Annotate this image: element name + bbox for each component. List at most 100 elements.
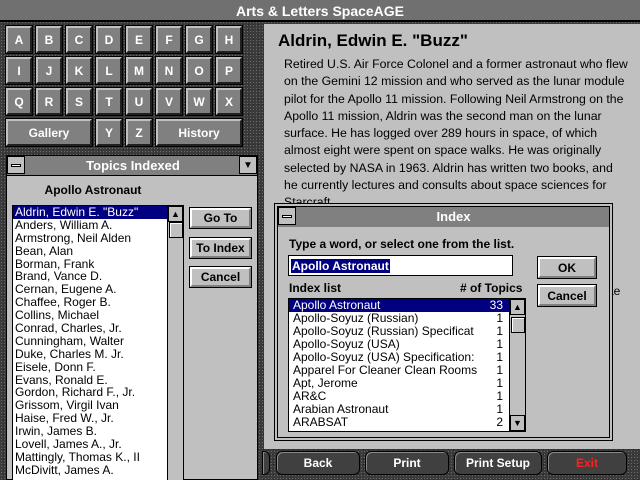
index-item-count: 1 [496,351,503,364]
letter-button-s[interactable]: S [66,88,92,115]
topic-list-item[interactable]: Haise, Fred W., Jr. [13,412,167,425]
index-item-count: 1 [496,403,503,416]
topic-list-item[interactable]: Eisele, Donn F. [13,361,167,374]
index-list[interactable]: Apollo Astronaut 33 Apollo-Soyuz (Russian)… [288,298,526,432]
topic-list-item[interactable]: Chaffee, Roger B. [13,296,167,309]
letter-button-d[interactable]: D [96,26,122,53]
scroll-thumb[interactable] [169,222,183,238]
topic-list-item[interactable]: Cunningham, Walter [13,335,167,348]
index-item-name: Apparel For Cleaner Clean Rooms [293,364,478,377]
topics-category-label: Apollo Astronaut [44,183,142,197]
dropdown-arrow-icon[interactable]: ▼ [239,156,257,174]
topics-list[interactable]: Aldrin, Edwin E. "Buzz" Anders, William A… [12,205,184,480]
letter-button-i[interactable]: I [6,57,32,84]
index-list-item[interactable]: AR&C 1 [289,390,509,403]
index-list-item[interactable]: Apollo Astronaut 33 [289,299,509,312]
letter-button-c[interactable]: C [66,26,92,53]
topic-list-item[interactable]: Duke, Charles M. Jr. [13,348,167,361]
index-scroll-thumb[interactable] [511,317,525,333]
history-button[interactable]: History [156,119,242,146]
index-item-name: Apollo-Soyuz (Russian) Specificat [293,325,474,338]
scroll-up-icon[interactable]: ▲ [168,206,183,222]
letter-button-j[interactable]: J [36,57,62,84]
topics-scrollbar[interactable]: ▲ [167,206,183,480]
topic-list-item[interactable]: Armstrong, Neil Alden [13,232,167,245]
system-menu-icon [11,164,21,167]
index-scroll-down-icon[interactable]: ▼ [510,415,525,431]
letter-button-x[interactable]: X [216,88,242,115]
index-list-item[interactable]: Apt, Jerome 1 [289,377,509,390]
index-list-item[interactable]: Apollo-Soyuz (Russian) 1 [289,312,509,325]
exit-button[interactable]: Exit [547,451,627,475]
topic-list-item[interactable]: Evans, Ronald E. [13,374,167,387]
letter-button-v[interactable]: V [156,88,182,115]
topic-list-item[interactable]: Aldrin, Edwin E. "Buzz" [13,206,167,219]
topic-list-item[interactable]: Anders, William A. [13,219,167,232]
topics-cancel-button[interactable]: Cancel [190,267,251,287]
index-ok-button[interactable]: OK [538,257,596,278]
topics-title: Topics Indexed [86,158,180,173]
topic-list-item[interactable]: McDivitt, James A. [13,464,167,477]
index-list-item[interactable]: Apollo-Soyuz (USA) 1 [289,338,509,351]
index-item-count: 33 [489,299,503,312]
letter-button-b[interactable]: B [36,26,62,53]
index-items: Apollo Astronaut 33 Apollo-Soyuz (Russian)… [289,299,509,429]
letter-button-p[interactable]: P [216,57,242,84]
index-list-item[interactable]: Apparel For Cleaner Clean Rooms 1 [289,364,509,377]
goto-button[interactable]: Go To [190,208,251,228]
letter-button-y[interactable]: Y [96,119,122,146]
letter-button-w[interactable]: W [186,88,212,115]
topic-list-item[interactable]: Collins, Michael [13,309,167,322]
index-item-count: 1 [496,377,503,390]
letter-button-e[interactable]: E [126,26,152,53]
topic-list-item[interactable]: Borman, Frank [13,258,167,271]
index-item-name: Apollo-Soyuz (USA) [293,338,400,351]
index-scroll-up-icon[interactable]: ▲ [510,299,525,315]
topic-list-item[interactable]: Irwin, James B. [13,425,167,438]
topic-list-item[interactable]: Bean, Alan [13,245,167,258]
letter-button-o[interactable]: O [186,57,212,84]
index-list-item[interactable]: Apollo-Soyuz (USA) Specification: 1 [289,351,509,364]
letter-button-l[interactable]: L [96,57,122,84]
topic-list-item[interactable]: Gordon, Richard F., Jr. [13,386,167,399]
print-button[interactable]: Print [365,451,449,475]
to-index-button[interactable]: To Index [190,238,251,258]
letter-button-z[interactable]: Z [126,119,152,146]
index-cancel-button[interactable]: Cancel [538,285,596,306]
index-search-input[interactable]: Apollo Astronaut [288,255,513,276]
letter-button-h[interactable]: H [216,26,242,53]
topic-list-item[interactable]: Lovell, James A., Jr. [13,438,167,451]
index-scrollbar[interactable]: ▲ ▼ [509,299,525,431]
print-setup-button[interactable]: Print Setup [454,451,542,475]
index-item-name: Apollo-Soyuz (Russian) [293,312,419,325]
topics-items: Aldrin, Edwin E. "Buzz" Anders, William A… [13,206,167,477]
index-list-item[interactable]: Arabian Astronaut 1 [289,403,509,416]
index-system-menu-button[interactable] [278,207,296,225]
letter-button-r[interactable]: R [36,88,62,115]
index-item-name: Arabian Astronaut [293,403,389,416]
letter-button-f[interactable]: F [156,26,182,53]
letter-button-a[interactable]: A [6,26,32,53]
topic-list-item[interactable]: Conrad, Charles, Jr. [13,322,167,335]
topic-list-item[interactable]: Brand, Vance D. [13,270,167,283]
system-menu-button[interactable] [7,156,25,174]
letter-button-q[interactable]: Q [6,88,32,115]
back-button[interactable]: Back [276,451,360,475]
gallery-button[interactable]: Gallery [6,119,92,146]
topic-list-item[interactable]: Cernan, Eugene A. [13,283,167,296]
topic-list-item[interactable]: Mattingly, Thomas K., II [13,451,167,464]
letter-button-t[interactable]: T [96,88,122,115]
index-title-bar: Index [278,207,609,227]
letter-button-g[interactable]: G [186,26,212,53]
index-title: Index [436,209,471,224]
letter-button-u[interactable]: U [126,88,152,115]
index-list-item[interactable]: ARABSAT 2 [289,416,509,429]
index-list-item[interactable]: Apollo-Soyuz (Russian) Specificat 1 [289,325,509,338]
topic-list-item[interactable]: Grissom, Virgil Ivan [13,399,167,412]
index-count-header: # of Topics [460,281,523,295]
letter-button-m[interactable]: M [126,57,152,84]
letter-button-k[interactable]: K [66,57,92,84]
letter-button-n[interactable]: N [156,57,182,84]
index-item-name: Apollo-Soyuz (USA) Specification: [293,351,475,364]
topics-indexed-panel: Topics Indexed ▼ Apollo Astronaut Aldrin… [6,155,258,480]
